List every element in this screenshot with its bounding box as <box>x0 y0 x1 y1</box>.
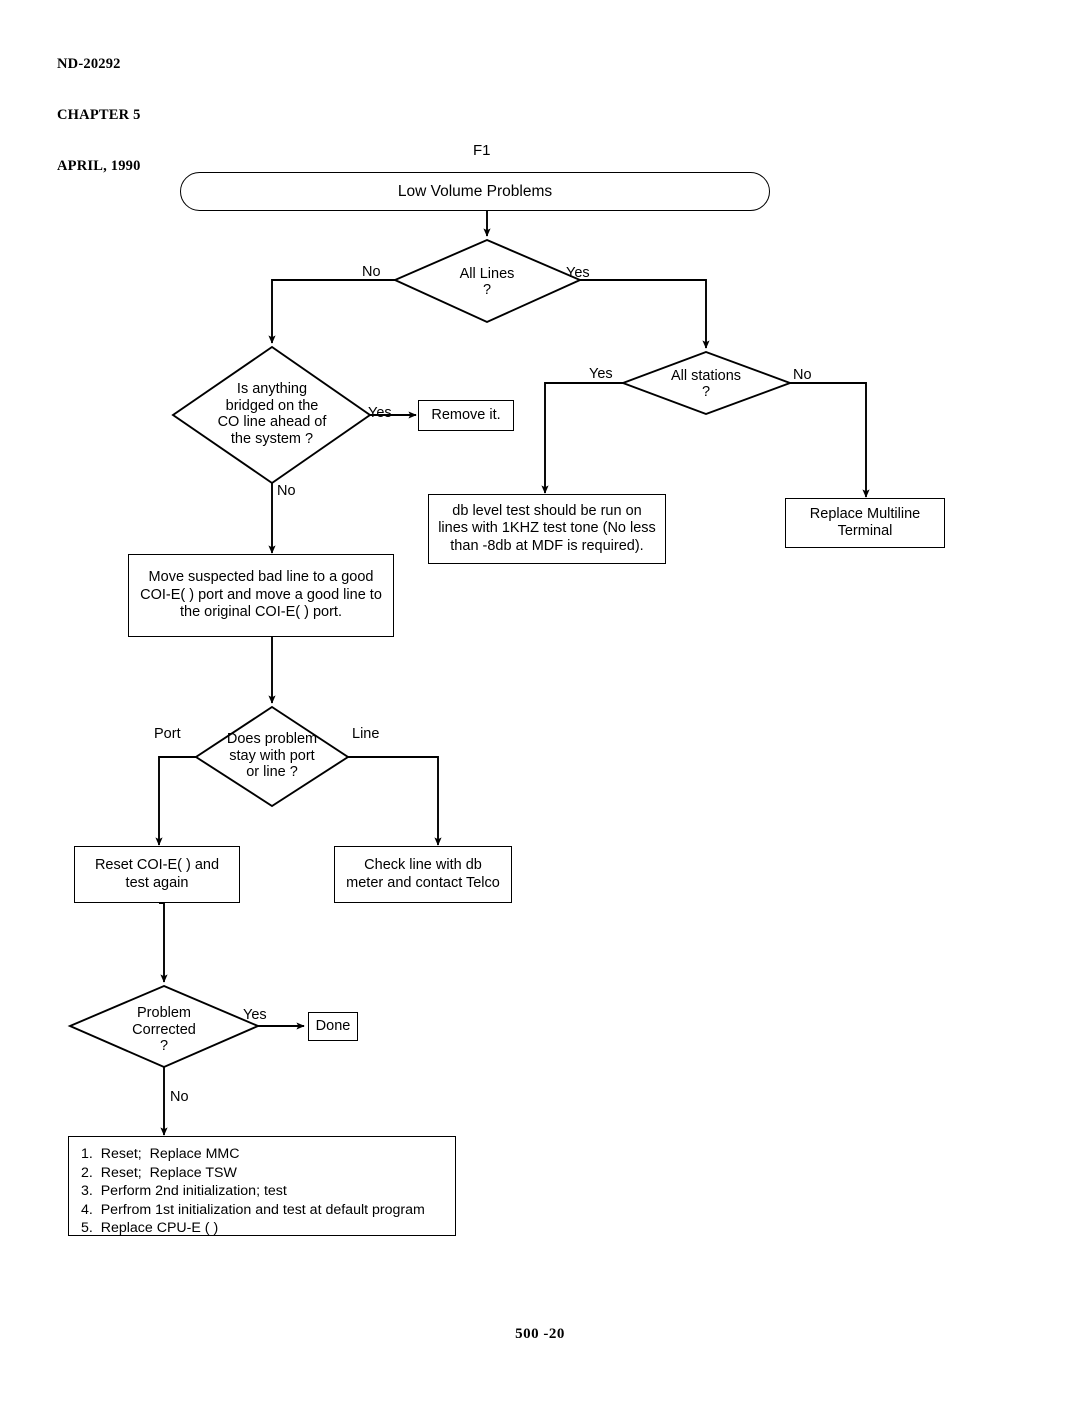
node-all-stations-line2: ? <box>701 384 711 400</box>
edge-label-stations-no: No <box>793 367 812 383</box>
edge-stations-no <box>790 382 870 498</box>
node-db-level-line1: db level test should be run on <box>452 502 642 519</box>
edge-label-line: Line <box>352 726 380 742</box>
node-bridged-line4: the system ? <box>230 430 314 447</box>
node-done-label: Done <box>315 1017 351 1034</box>
edge-port <box>155 756 196 846</box>
node-corrected-line3: ? <box>159 1038 169 1055</box>
node-move-suspected-line: Move suspected bad line to a good COI-E(… <box>128 554 394 637</box>
node-all-stations-line1: All stations <box>670 367 742 384</box>
edge-label-port: Port <box>154 726 181 742</box>
node-all-lines-label: All Lines ? <box>417 262 557 302</box>
edge-line <box>348 756 442 846</box>
page-number-footer: 500 -20 <box>515 1326 565 1342</box>
node-move-line-line1: Move suspected bad line to a good <box>148 569 374 586</box>
node-replace-mlt-line1: Replace Multiline <box>809 505 921 522</box>
figure-caption: F1 <box>473 142 491 159</box>
remedy-step-4: 4. Perfrom 1st initialization and test a… <box>81 1201 425 1218</box>
node-port-or-line-label: Does problem stay with port or line ? <box>202 728 342 784</box>
node-corrected-line1: Problem <box>137 1005 191 1022</box>
edge-label-all-lines-no: No <box>362 264 381 280</box>
node-reset-coi-line1: Reset COI-E( ) and <box>94 857 220 873</box>
remedy-step-2: 2. Reset; Replace TSW <box>81 1164 237 1181</box>
remedy-step-3: 3. Perform 2nd initialization; test <box>81 1183 287 1200</box>
node-db-level-line3: than -8db at MDF is required). <box>450 537 644 554</box>
edge-label-bridged-no: No <box>277 483 296 499</box>
node-port-or-line-line1: Does problem <box>226 731 318 748</box>
node-start-terminator: Low Volume Problems <box>180 172 770 211</box>
edge-label-corrected-no: No <box>170 1089 189 1105</box>
node-all-lines-line2: ? <box>482 282 492 298</box>
edge-stations-yes <box>541 382 623 494</box>
node-all-stations-label: All stations ? <box>640 364 772 404</box>
node-all-lines-line1: All Lines <box>459 265 515 282</box>
node-done: Done <box>308 1012 358 1041</box>
node-bridged-line1: Is anything <box>236 381 308 397</box>
edge-label-bridged-yes: Yes <box>368 405 392 421</box>
node-replace-mlt-line2: Terminal <box>837 523 893 539</box>
node-remove-it: Remove it. <box>418 400 514 431</box>
node-remedy-steps: 1. Reset; Replace MMC 2. Reset; Replace … <box>68 1136 456 1236</box>
edge-label-stations-yes: Yes <box>589 366 613 382</box>
node-corrected-label: Problem Corrected ? <box>104 1004 224 1056</box>
node-bridged-line3: CO line ahead of <box>217 414 327 430</box>
edge-label-all-lines-yes: Yes <box>566 265 590 281</box>
node-bridged-line2: bridged on the <box>225 397 319 414</box>
node-reset-coi: Reset COI-E( ) and test again <box>74 846 240 903</box>
node-start-label: Low Volume Problems <box>397 182 553 200</box>
node-port-or-line-line3: or line ? <box>246 764 298 781</box>
node-move-line-line3: the original COI-E( ) port. <box>180 604 342 621</box>
edge-label-corrected-yes: Yes <box>243 1007 267 1023</box>
node-move-line-line2: COI-E( ) port and move a good line to <box>140 586 382 603</box>
edge-reset-to-corrected <box>159 902 168 983</box>
document-page: ND-20292 CHAPTER 5 APRIL, 1990 F1 Low Vo… <box>0 0 1080 1404</box>
node-port-or-line-line2: stay with port <box>229 747 315 764</box>
flowchart: F1 Low Volume Problems All Lines ? Is an… <box>0 0 1080 1404</box>
remedy-step-5: 5. Replace CPU-E ( ) <box>81 1220 219 1237</box>
node-check-line-line1: Check line with db <box>364 857 482 873</box>
node-replace-multiline-terminal: Replace Multiline Terminal <box>785 498 945 548</box>
node-db-level-test: db level test should be run on lines wit… <box>428 494 666 564</box>
remedy-step-1: 1. Reset; Replace MMC <box>81 1146 240 1162</box>
node-db-level-line2: lines with 1KHZ test tone (No less <box>438 520 656 537</box>
node-check-line-line2: meter and contact Telco <box>346 874 500 891</box>
edge-all-lines-no <box>268 279 395 344</box>
node-reset-coi-line2: test again <box>125 874 189 891</box>
node-bridged-label: Is anything bridged on the CO line ahead… <box>182 377 362 451</box>
node-corrected-line2: Corrected <box>132 1021 196 1038</box>
edge-all-lines-yes <box>580 279 710 349</box>
node-check-line: Check line with db meter and contact Tel… <box>334 846 512 903</box>
node-remove-it-label: Remove it. <box>431 406 501 423</box>
